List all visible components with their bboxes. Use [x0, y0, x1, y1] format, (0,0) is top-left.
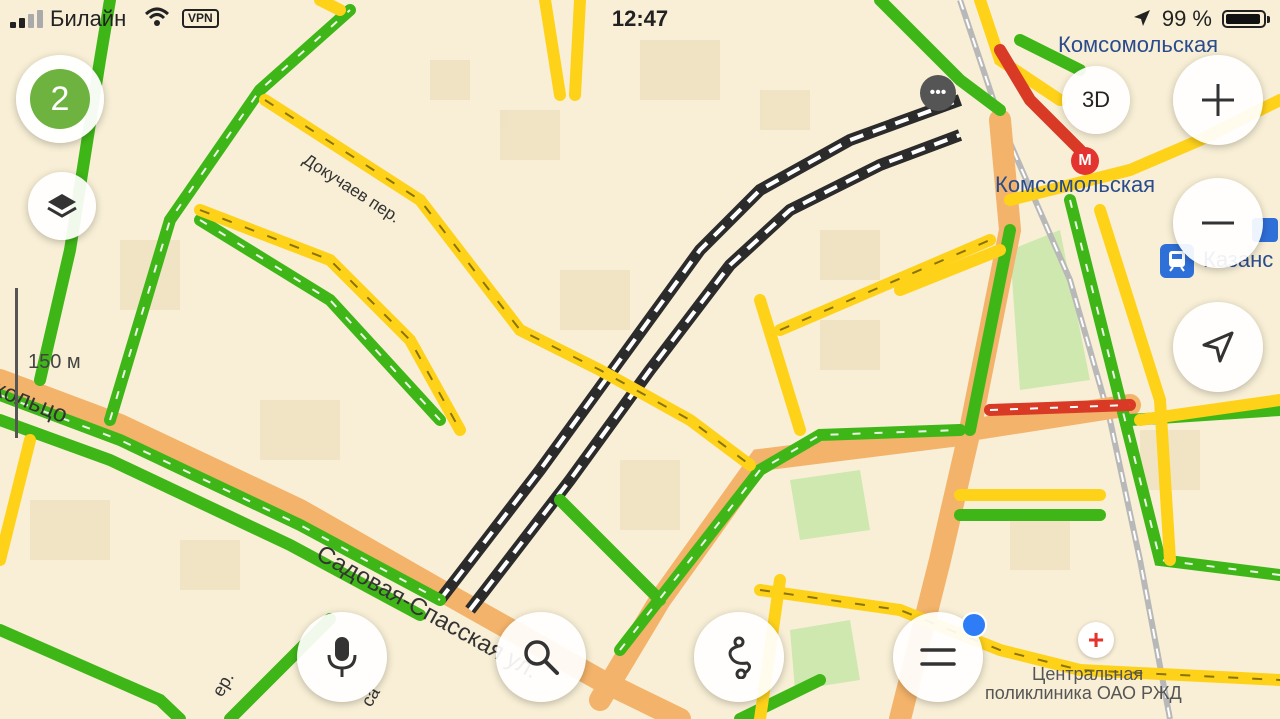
traffic-score-button[interactable]: 2: [16, 55, 104, 143]
zoom-out-button[interactable]: [1173, 178, 1263, 268]
minus-icon: [1202, 221, 1234, 225]
route-button[interactable]: [694, 612, 784, 702]
menu-icon: [920, 648, 956, 666]
layers-button[interactable]: [28, 172, 96, 240]
scale-bar: [15, 288, 18, 438]
traffic-score-value: 2: [30, 69, 90, 129]
location-services-icon: [1134, 10, 1150, 26]
scale-label: 150 м: [28, 351, 81, 373]
chat-icon[interactable]: •••: [920, 75, 956, 111]
search-icon: [524, 640, 559, 675]
label-komsomolskaya-metro: Комсомольская: [995, 172, 1156, 197]
metro-icon[interactable]: М: [1071, 147, 1099, 175]
layers-icon: [47, 194, 77, 218]
3d-button[interactable]: 3D: [1062, 66, 1130, 134]
voice-search-button[interactable]: [297, 612, 387, 702]
route-icon: [728, 636, 752, 679]
notification-dot: [961, 612, 987, 638]
label-komsomolskaya-square: Комсомольская: [1058, 32, 1219, 57]
battery-icon: [1222, 10, 1270, 28]
hospital-icon[interactable]: +: [1078, 622, 1114, 658]
battery-percent: 99 %: [1161, 6, 1212, 31]
label-clinic-line2: поликлиника ОАО РЖД: [985, 683, 1182, 703]
label-clinic-line1: Центральная: [1032, 664, 1144, 684]
search-button[interactable]: [496, 612, 586, 702]
plus-icon: [1202, 84, 1234, 116]
navigation-arrow-icon: [1202, 331, 1234, 363]
clock: 12:47: [611, 6, 669, 31]
microphone-icon: [327, 637, 357, 677]
zoom-in-button[interactable]: [1173, 55, 1263, 145]
my-location-button[interactable]: [1173, 302, 1263, 392]
